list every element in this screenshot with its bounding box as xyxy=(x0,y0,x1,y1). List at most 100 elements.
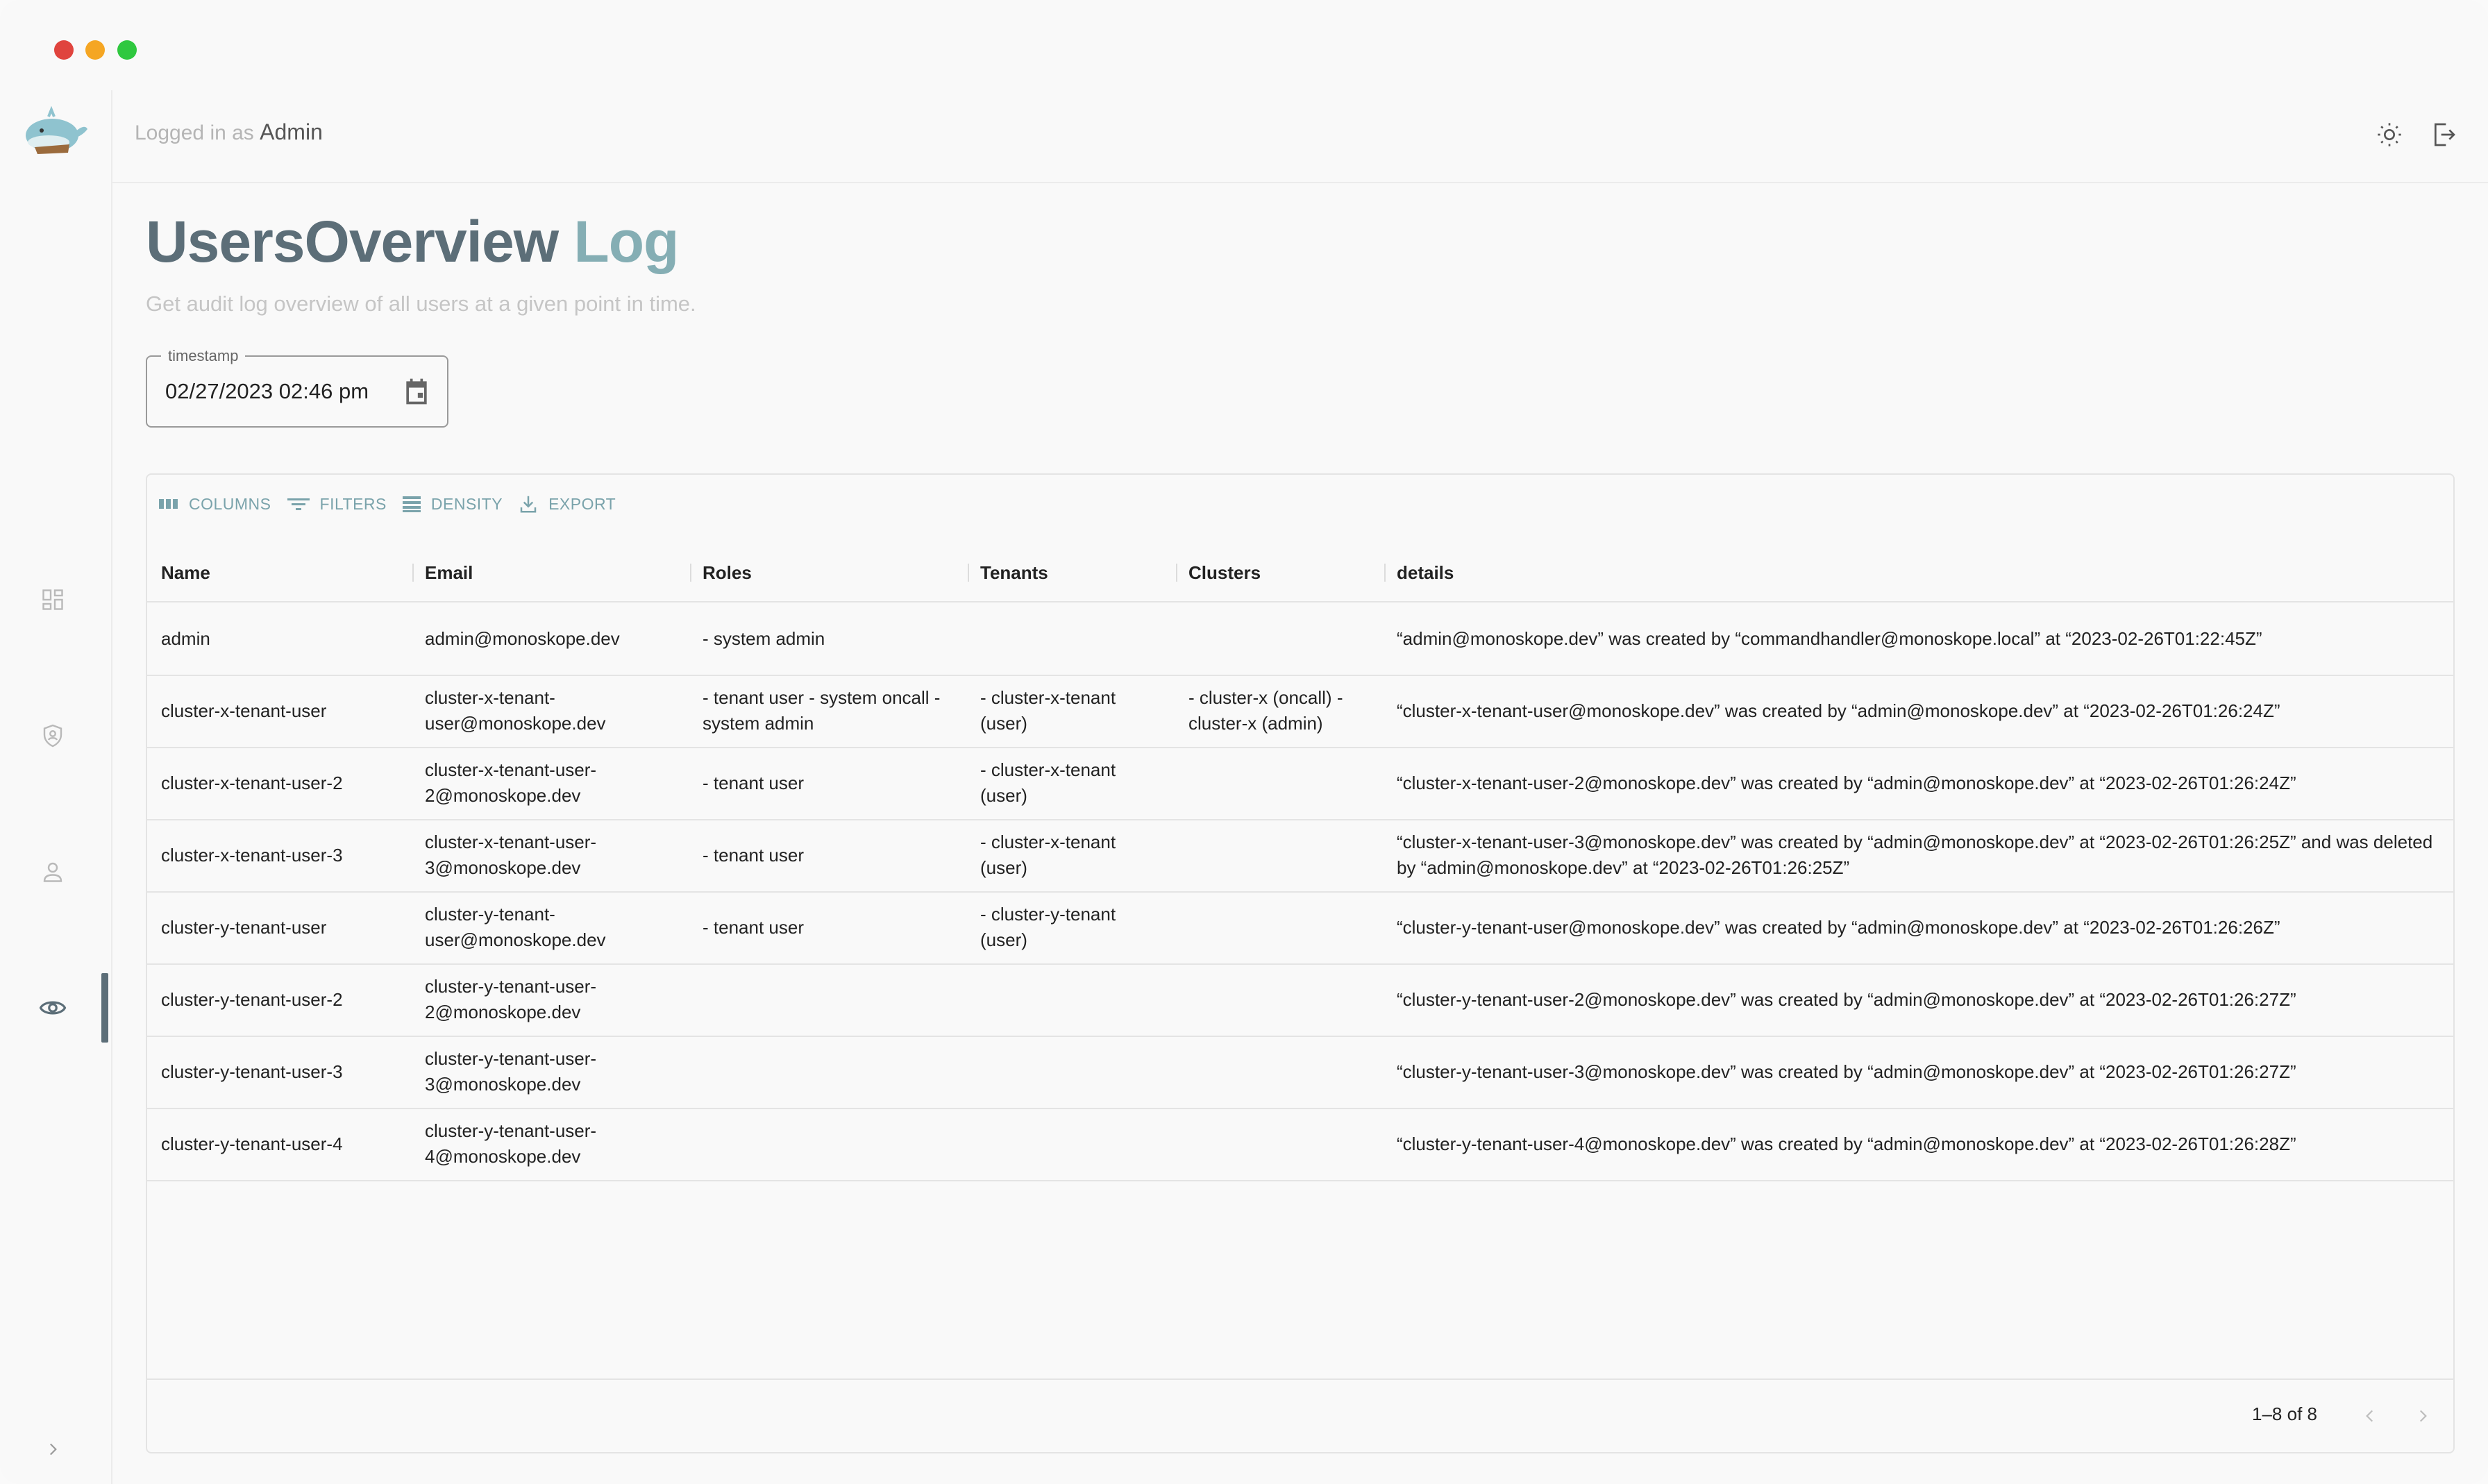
cell-clusters xyxy=(1188,1036,1376,1108)
cell-roles: - tenant user xyxy=(703,772,804,793)
cell-clusters xyxy=(1188,819,1376,891)
column-separator[interactable] xyxy=(1176,564,1177,582)
cell-clusters xyxy=(1188,1108,1376,1180)
cell-clusters xyxy=(1188,963,1376,1036)
table-row[interactable]: cluster-y-tenant-user-4 cluster-y-tenant… xyxy=(147,1108,2453,1181)
cell-tenants: - cluster-x-tenant (user) xyxy=(980,687,1116,734)
header-name[interactable]: Name xyxy=(161,544,397,601)
admin-shield-icon[interactable] xyxy=(37,720,68,751)
cell-roles: - tenant user - system oncall - system a… xyxy=(703,687,941,734)
download-icon xyxy=(520,496,537,513)
cell-roles: - tenant user xyxy=(703,844,804,866)
header-tenants[interactable]: Tenants xyxy=(980,544,1168,601)
export-label: EXPORT xyxy=(548,494,616,513)
previous-page-button[interactable] xyxy=(2353,1399,2387,1433)
next-page-button[interactable] xyxy=(2406,1399,2439,1433)
timestamp-field[interactable]: timestamp 02/27/2023 02:46 pm xyxy=(146,347,448,428)
density-icon xyxy=(402,496,421,512)
cell-details: “cluster-y-tenant-user-2@monoskope.dev” … xyxy=(1397,988,2296,1010)
timestamp-value[interactable]: 02/27/2023 02:46 pm xyxy=(165,379,369,404)
cell-name: cluster-y-tenant-user-4 xyxy=(161,1133,343,1154)
table-row[interactable]: cluster-x-tenant-user-2 cluster-x-tenant… xyxy=(147,747,2453,820)
header-email[interactable]: Email xyxy=(425,544,675,601)
cell-name: cluster-x-tenant-user-2 xyxy=(161,772,343,793)
table-row[interactable]: admin admin@monoskope.dev - system admin… xyxy=(147,602,2453,676)
chevron-right-icon xyxy=(2419,1410,2427,1422)
cell-email: cluster-y-tenant-user-4@monoskope.dev xyxy=(425,1120,597,1167)
header-details[interactable]: details xyxy=(1397,544,2438,601)
columns-button[interactable]: COLUMNS xyxy=(158,495,271,514)
logged-in-user: Admin xyxy=(260,119,323,144)
cell-details: “cluster-y-tenant-user-4@monoskope.dev” … xyxy=(1397,1133,2296,1154)
cell-details: “admin@monoskope.dev” was created by “co… xyxy=(1397,627,2262,649)
columns-icon xyxy=(159,499,178,509)
cell-details: “cluster-x-tenant-user@monoskope.dev” wa… xyxy=(1397,700,2280,721)
cell-name: cluster-y-tenant-user-2 xyxy=(161,988,343,1010)
density-button[interactable]: DENSITY xyxy=(402,495,503,514)
header-roles[interactable]: Roles xyxy=(703,544,959,601)
timestamp-label: timestamp xyxy=(161,347,246,365)
cell-email: cluster-x-tenant-user-3@monoskope.dev xyxy=(425,832,597,878)
cell-details: “cluster-x-tenant-user-2@monoskope.dev” … xyxy=(1397,772,2296,793)
window-maximize-button[interactable] xyxy=(117,40,137,60)
table-header: Name Email Roles Tenants Clusters detail… xyxy=(147,544,2453,602)
table-row[interactable]: cluster-y-tenant-user-3 cluster-y-tenant… xyxy=(147,1036,2453,1109)
logout-icon[interactable] xyxy=(2424,115,2463,154)
cell-details: “cluster-y-tenant-user@monoskope.dev” wa… xyxy=(1397,916,2280,938)
column-separator[interactable] xyxy=(690,564,691,582)
table-row[interactable]: cluster-y-tenant-user-2 cluster-y-tenant… xyxy=(147,963,2453,1037)
cell-roles xyxy=(703,963,959,1036)
window-close-button[interactable] xyxy=(54,40,74,60)
cell-details: “cluster-x-tenant-user-3@monoskope.dev” … xyxy=(1397,832,2433,878)
cell-tenants xyxy=(980,602,1168,675)
columns-label: COLUMNS xyxy=(189,494,271,513)
whale-logo[interactable] xyxy=(21,104,90,160)
user-icon[interactable] xyxy=(37,857,68,887)
window-minimize-button[interactable] xyxy=(85,40,105,60)
table-row[interactable]: cluster-x-tenant-user-3 cluster-x-tenant… xyxy=(147,819,2453,893)
page-title-accent: Log xyxy=(573,209,679,274)
active-nav-indicator xyxy=(101,973,108,1043)
logged-in-status: Logged in as Admin xyxy=(135,119,323,145)
cell-tenants xyxy=(980,1036,1168,1108)
filters-label: FILTERS xyxy=(319,494,387,513)
cell-tenants: - cluster-x-tenant (user) xyxy=(980,832,1116,878)
sun-icon[interactable] xyxy=(2370,115,2409,154)
eye-icon[interactable] xyxy=(37,993,68,1023)
logged-in-prefix: Logged in as xyxy=(135,121,254,144)
cell-roles: - tenant user xyxy=(703,916,804,938)
column-separator[interactable] xyxy=(1384,564,1386,582)
pagination-info: 1–8 of 8 xyxy=(2252,1403,2317,1424)
chevron-right-icon[interactable] xyxy=(37,1434,68,1465)
filter-icon xyxy=(287,498,310,510)
cell-clusters xyxy=(1188,747,1376,819)
grid-toolbar: COLUMNS FILTERS DENSITY EXPORT xyxy=(158,490,631,518)
page-subtitle: Get audit log overview of all users at a… xyxy=(146,292,696,316)
cell-tenants xyxy=(980,963,1168,1036)
column-separator[interactable] xyxy=(968,564,969,582)
sidebar xyxy=(0,90,112,1484)
cell-name: cluster-x-tenant-user xyxy=(161,700,327,721)
app-window: Logged in as Admin UsersOverview Log Get… xyxy=(0,0,2488,1484)
page-title: UsersOverview Log xyxy=(146,208,679,276)
cell-email: cluster-x-tenant-user@monoskope.dev xyxy=(425,687,606,734)
density-label: DENSITY xyxy=(430,494,503,513)
table-row[interactable]: cluster-x-tenant-user cluster-x-tenant-u… xyxy=(147,675,2453,748)
table-row[interactable]: cluster-y-tenant-user cluster-y-tenant-u… xyxy=(147,891,2453,965)
cell-tenants xyxy=(980,1108,1168,1180)
cell-email: admin@monoskope.dev xyxy=(425,627,620,649)
cell-email: cluster-x-tenant-user-2@monoskope.dev xyxy=(425,759,597,806)
header-clusters[interactable]: Clusters xyxy=(1188,544,1376,601)
cell-clusters xyxy=(1188,891,1376,963)
column-separator[interactable] xyxy=(412,564,414,582)
calendar-icon[interactable] xyxy=(401,376,432,407)
dashboard-icon[interactable] xyxy=(37,584,68,615)
filters-button[interactable]: FILTERS xyxy=(287,495,387,514)
grid-footer: 1–8 of 8 xyxy=(147,1378,2453,1452)
cell-name: cluster-y-tenant-user-3 xyxy=(161,1061,343,1082)
cell-email: cluster-y-tenant-user-3@monoskope.dev xyxy=(425,1048,597,1095)
cell-email: cluster-y-tenant-user-2@monoskope.dev xyxy=(425,976,597,1022)
cell-details: “cluster-y-tenant-user-3@monoskope.dev” … xyxy=(1397,1061,2296,1082)
export-button[interactable]: EXPORT xyxy=(518,494,616,514)
top-bar: Logged in as Admin xyxy=(112,90,2488,183)
